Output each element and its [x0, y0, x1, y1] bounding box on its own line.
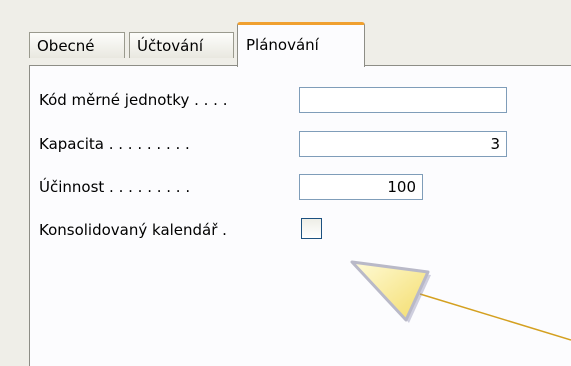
leader-line: [419, 293, 571, 341]
tab-planovani[interactable]: Plánování: [237, 22, 365, 67]
callout-arrow-icon: [350, 260, 430, 322]
